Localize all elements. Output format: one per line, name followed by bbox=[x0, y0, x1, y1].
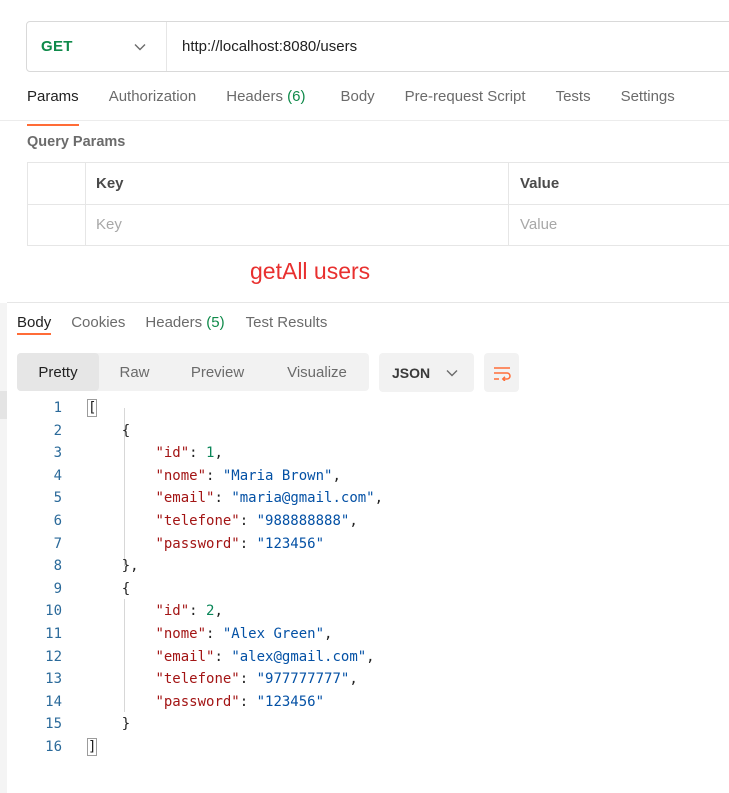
tab-response-headers[interactable]: Headers (5) bbox=[145, 314, 224, 331]
method-select[interactable]: GET bbox=[27, 22, 167, 71]
line-number: 3 bbox=[53, 445, 62, 462]
code-text: { bbox=[88, 580, 131, 597]
tab-cookies[interactable]: Cookies bbox=[71, 314, 125, 331]
code-text: "password": "123456" bbox=[155, 693, 325, 710]
code-text: { bbox=[88, 422, 131, 439]
url-input[interactable]: http://localhost:8080/users bbox=[167, 38, 357, 55]
line-number: 10 bbox=[45, 603, 62, 620]
line-number: 7 bbox=[53, 535, 62, 552]
code-text: ] bbox=[86, 738, 98, 756]
tab-response-body[interactable]: Body bbox=[17, 314, 52, 335]
chevron-down-icon bbox=[446, 369, 458, 376]
tab-settings[interactable]: Settings bbox=[621, 88, 675, 122]
tab-test-results[interactable]: Test Results bbox=[246, 314, 328, 331]
view-pretty-button[interactable]: Pretty bbox=[17, 353, 99, 391]
tab-label: Body bbox=[340, 88, 375, 105]
code-text: "id": 1, bbox=[155, 445, 223, 462]
format-label: JSON bbox=[392, 364, 431, 381]
line-number: 5 bbox=[53, 490, 62, 507]
line-number: 1 bbox=[53, 400, 62, 416]
tab-label: Tests bbox=[555, 88, 591, 105]
format-select[interactable]: JSON bbox=[379, 353, 474, 392]
row-checkbox-cell bbox=[28, 204, 86, 245]
key-column-header: Key bbox=[86, 163, 509, 204]
code-text: "nome": "Alex Green", bbox=[155, 626, 333, 642]
line-number: 2 bbox=[53, 422, 62, 439]
wrap-lines-icon bbox=[493, 366, 511, 381]
tab-label: Cookies bbox=[71, 314, 126, 331]
request-bar: GET http://localhost:8080/users bbox=[26, 21, 729, 72]
code-text: "email": "maria@gmail.com", bbox=[155, 490, 384, 507]
code-text: } bbox=[88, 716, 131, 733]
line-number: 13 bbox=[45, 671, 62, 688]
tab-label: Pre-request Script bbox=[404, 88, 526, 105]
tabs-divider bbox=[0, 120, 729, 121]
view-raw-button[interactable]: Raw bbox=[99, 353, 170, 391]
tab-label: Authorization bbox=[108, 88, 197, 105]
annotation-text: getAll users bbox=[250, 258, 371, 284]
line-number: 12 bbox=[45, 648, 62, 665]
table-header-row: Key Value bbox=[28, 163, 729, 205]
query-params-table: Key Value Key Value bbox=[27, 162, 729, 246]
line-number: 9 bbox=[53, 580, 62, 597]
method-label: GET bbox=[41, 38, 73, 55]
tab-tests[interactable]: Tests bbox=[556, 88, 591, 122]
line-number: 6 bbox=[53, 513, 62, 529]
code-text: "telefone": "977777777", bbox=[155, 671, 358, 688]
wrap-lines-button[interactable] bbox=[484, 353, 519, 392]
code-text: "email": "alex@gmail.com", bbox=[155, 648, 375, 665]
response-headers-count-badge: (5) bbox=[206, 314, 225, 331]
response-divider bbox=[7, 302, 729, 303]
line-number: 4 bbox=[53, 467, 62, 484]
code-text: "telefone": "988888888", bbox=[155, 513, 358, 529]
tab-headers[interactable]: Headers (6) bbox=[226, 88, 305, 122]
tab-params[interactable]: Params bbox=[27, 88, 79, 126]
code-text: "id": 2, bbox=[155, 603, 223, 620]
chevron-down-icon bbox=[134, 43, 146, 50]
view-preview-button[interactable]: Preview bbox=[170, 353, 265, 391]
tab-pre-request-script[interactable]: Pre-request Script bbox=[405, 88, 526, 122]
query-params-title: Query Params bbox=[27, 134, 126, 150]
response-tabs: Body Cookies Headers (5) Test Results bbox=[17, 314, 328, 335]
request-tabs: Params Authorization Headers (6) Body Pr… bbox=[27, 88, 675, 126]
line-number: 8 bbox=[53, 558, 62, 575]
tab-label: Body bbox=[17, 314, 52, 331]
line-number: 16 bbox=[45, 739, 62, 755]
tab-label: Headers bbox=[226, 88, 283, 105]
view-visualize-button[interactable]: Visualize bbox=[265, 353, 369, 391]
headers-count-badge: (6) bbox=[287, 88, 306, 105]
code-text: }, bbox=[88, 558, 139, 575]
code-text: "password": "123456" bbox=[155, 535, 325, 552]
tab-label: Params bbox=[27, 88, 79, 105]
tab-body[interactable]: Body bbox=[340, 88, 374, 122]
tab-label: Headers bbox=[145, 314, 203, 331]
line-number: 11 bbox=[45, 626, 62, 642]
line-number: 14 bbox=[45, 693, 62, 710]
view-mode-selector: Pretty Raw Preview Visualize bbox=[17, 353, 369, 391]
tab-label: Settings bbox=[620, 88, 675, 105]
code-text: [ bbox=[86, 399, 98, 417]
tab-label: Test Results bbox=[245, 314, 328, 331]
table-row: Key Value bbox=[28, 204, 729, 245]
param-key-input[interactable]: Key bbox=[86, 204, 509, 245]
param-value-input[interactable]: Value bbox=[509, 204, 729, 245]
tab-authorization[interactable]: Authorization bbox=[109, 88, 197, 122]
value-column-header: Value bbox=[520, 175, 560, 192]
line-number: 15 bbox=[45, 716, 62, 733]
checkbox-column-header bbox=[28, 163, 86, 204]
code-text: "nome": "Maria Brown", bbox=[155, 467, 341, 484]
